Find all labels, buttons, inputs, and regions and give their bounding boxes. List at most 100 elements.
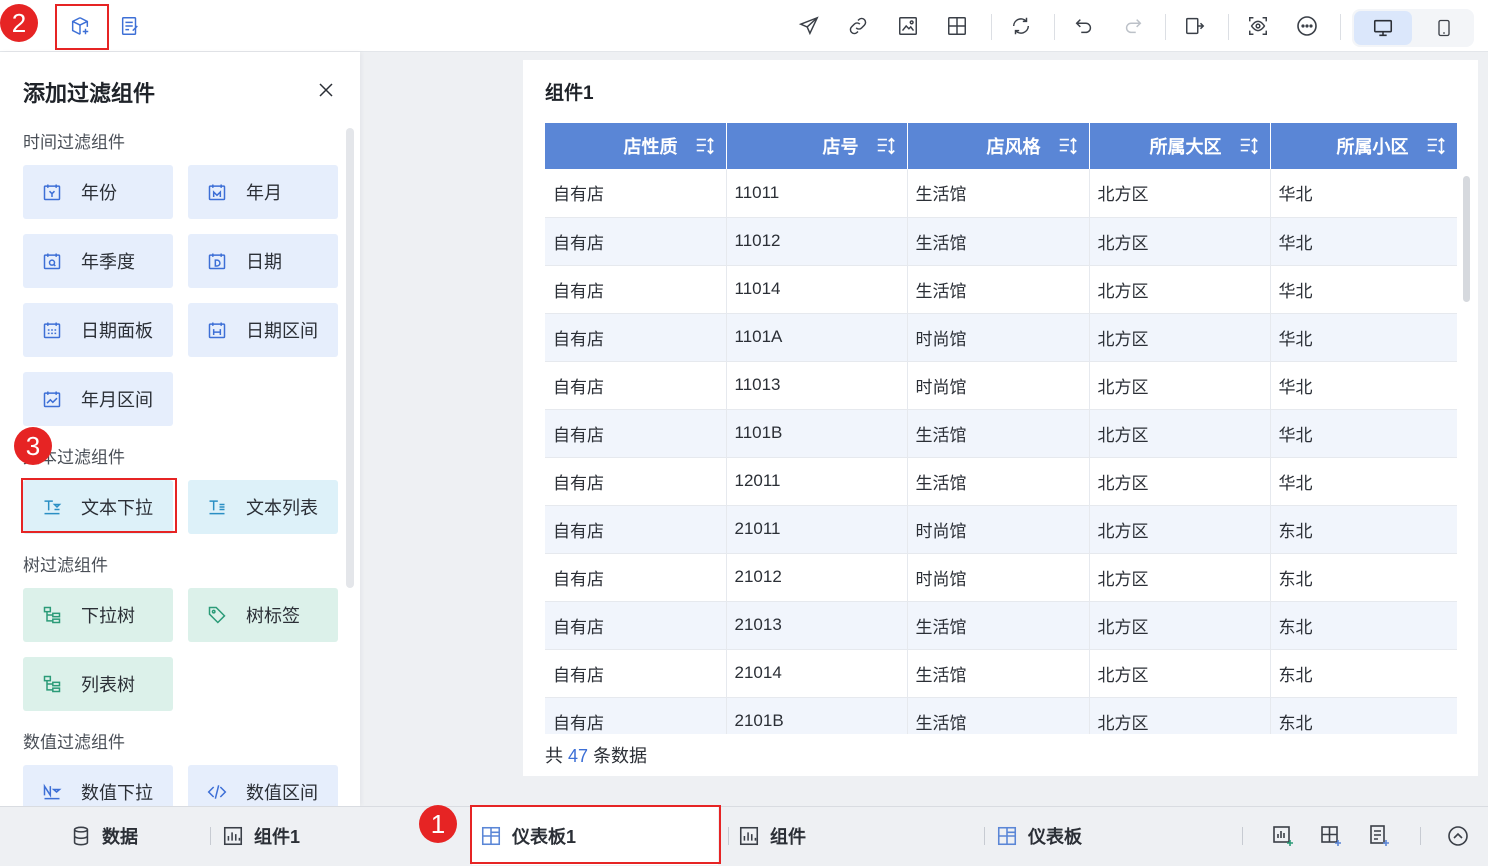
add-filter-panel: 添加过滤组件 时间过滤组件 年份 年月 年季度 日期 日期面板 日期区间 年月区… — [0, 52, 360, 806]
filter-number-dropdown-button[interactable]: 数值下拉 — [23, 765, 173, 806]
filter-list-tree-label: 列表树 — [81, 675, 135, 695]
add-chart-icon[interactable] — [1270, 823, 1296, 849]
text-list-icon — [206, 496, 228, 518]
edit-list-icon[interactable] — [116, 12, 144, 40]
send-icon[interactable] — [795, 12, 823, 40]
grid-icon[interactable] — [943, 12, 971, 40]
exit-icon[interactable] — [1181, 12, 1209, 40]
filter-tree-tag-button[interactable]: 树标签 — [188, 588, 338, 642]
filter-text-list-button[interactable]: 文本列表 — [188, 480, 338, 534]
filter-list-tree-button[interactable]: 列表树 — [23, 657, 173, 711]
card-title: 组件1 — [545, 83, 594, 104]
sort-icon[interactable] — [1425, 135, 1447, 157]
add-dashboard-icon[interactable] — [1318, 823, 1344, 849]
sort-icon[interactable] — [1057, 135, 1079, 157]
tab-divider — [1242, 827, 1243, 845]
data-table: 店性质 店号 店风格 所属大区 所属小区 自有店 11011 生活馆 北方区 华北 自有店… — [545, 123, 1457, 734]
table-cell: 北方区 — [1089, 313, 1271, 362]
column-header-label: 店性质 — [623, 137, 678, 157]
filter-text-dropdown-button[interactable]: 文本下拉 — [23, 480, 173, 534]
filter-date-panel-button[interactable]: 日期面板 — [23, 303, 173, 357]
table-cell: 北方区 — [1089, 649, 1271, 698]
table-row[interactable]: 自有店 11011 生活馆 北方区 华北 — [545, 169, 1457, 218]
table-cell: 自有店 — [545, 553, 727, 602]
close-icon[interactable] — [312, 76, 340, 104]
filter-year-label: 年份 — [81, 183, 117, 203]
filter-year-month-range-button[interactable]: 年月区间 — [23, 372, 173, 426]
column-header[interactable]: 店风格 — [907, 123, 1090, 169]
refresh-icon[interactable] — [1007, 12, 1035, 40]
table-cell: 1101B — [726, 409, 908, 458]
tab-dashboard[interactable]: 仪表板 — [996, 823, 1082, 849]
filter-year-month-button[interactable]: 年月 — [188, 165, 338, 219]
column-header[interactable]: 所属小区 — [1270, 123, 1457, 169]
table-cell: 生活馆 — [907, 457, 1090, 506]
sort-icon[interactable] — [694, 135, 716, 157]
more-icon[interactable] — [1293, 12, 1321, 40]
column-header-label: 所属大区 — [1149, 137, 1222, 157]
link-icon[interactable] — [844, 12, 872, 40]
table-row[interactable]: 自有店 11013 时尚馆 北方区 华北 — [545, 361, 1457, 410]
filter-year-quarter-button[interactable]: 年季度 — [23, 234, 173, 288]
column-header[interactable]: 店性质 — [545, 123, 727, 169]
table-cell: 东北 — [1270, 601, 1457, 650]
filter-date-button[interactable]: 日期 — [188, 234, 338, 288]
table-row[interactable]: 自有店 21013 生活馆 北方区 东北 — [545, 601, 1457, 650]
tab-data[interactable]: 数据 — [70, 823, 138, 849]
component-card: 组件1 店性质 店号 店风格 所属大区 所属小区 自有店 11011 生活馆 北方区华… — [523, 60, 1478, 776]
redo-icon[interactable] — [1119, 12, 1147, 40]
filter-date-range-button[interactable]: 日期区间 — [188, 303, 338, 357]
table-cell: 华北 — [1270, 265, 1457, 314]
table-row[interactable]: 自有店 2101B 生活馆 北方区 东北 — [545, 697, 1457, 734]
database-icon — [70, 825, 92, 847]
filter-dropdown-tree-label: 下拉树 — [81, 606, 135, 626]
table-row[interactable]: 自有店 1101B 生活馆 北方区 华北 — [545, 409, 1457, 458]
filter-year-button[interactable]: 年份 — [23, 165, 173, 219]
table-row[interactable]: 自有店 1101A 时尚馆 北方区 华北 — [545, 313, 1457, 362]
table-cell: 华北 — [1270, 361, 1457, 410]
tab-divider — [728, 827, 729, 845]
table-cell: 1101A — [726, 313, 908, 362]
add-report-icon[interactable] — [1366, 823, 1392, 849]
table-cell: 北方区 — [1089, 217, 1271, 266]
panel-scrollbar[interactable] — [346, 128, 354, 588]
sort-icon[interactable] — [875, 135, 897, 157]
tab-component[interactable]: 组件 — [738, 823, 806, 849]
undo-icon[interactable] — [1070, 12, 1098, 40]
table-row[interactable]: 自有店 21011 时尚馆 北方区 东北 — [545, 505, 1457, 554]
toolbar-divider — [1340, 14, 1341, 40]
desktop-icon[interactable] — [1354, 11, 1412, 45]
preview-icon[interactable] — [1244, 12, 1272, 40]
table-cell: 21012 — [726, 553, 908, 602]
table-scrollbar[interactable] — [1463, 176, 1470, 302]
toolbar-divider — [991, 14, 992, 40]
table-row[interactable]: 自有店 21014 生活馆 北方区 东北 — [545, 649, 1457, 698]
tab-divider — [984, 827, 985, 845]
table-row[interactable]: 自有店 21012 时尚馆 北方区 东北 — [545, 553, 1457, 602]
collapse-up-icon[interactable] — [1445, 823, 1471, 849]
section-title-number: 数值过滤组件 — [23, 733, 125, 752]
column-header[interactable]: 所属大区 — [1089, 123, 1271, 169]
filter-year-month-range-label: 年月区间 — [81, 390, 153, 410]
table-cell: 北方区 — [1089, 457, 1271, 506]
table-row[interactable]: 自有店 11012 生活馆 北方区 华北 — [545, 217, 1457, 266]
image-export-icon[interactable] — [894, 12, 922, 40]
device-switch — [1352, 9, 1474, 47]
sort-icon[interactable] — [1238, 135, 1260, 157]
add-filter-component-icon[interactable] — [66, 12, 94, 40]
table-row[interactable]: 自有店 11014 生活馆 北方区 华北 — [545, 265, 1457, 314]
filter-number-range-button[interactable]: 数值区间 — [188, 765, 338, 806]
table-cell: 华北 — [1270, 457, 1457, 506]
table-cell: 北方区 — [1089, 601, 1271, 650]
filter-date-label: 日期 — [246, 252, 282, 272]
table-row[interactable]: 自有店 12011 生活馆 北方区 华北 — [545, 457, 1457, 506]
filter-dropdown-tree-button[interactable]: 下拉树 — [23, 588, 173, 642]
tab-component1[interactable]: 组件1 — [222, 823, 300, 849]
calendar-month-icon — [206, 181, 228, 203]
tab-dashboard1[interactable]: 仪表板1 — [480, 823, 576, 849]
record-count-prefix: 共 — [545, 746, 563, 766]
table-cell: 北方区 — [1089, 265, 1271, 314]
table-cell: 北方区 — [1089, 553, 1271, 602]
mobile-icon[interactable] — [1416, 11, 1472, 45]
column-header[interactable]: 店号 — [726, 123, 908, 169]
